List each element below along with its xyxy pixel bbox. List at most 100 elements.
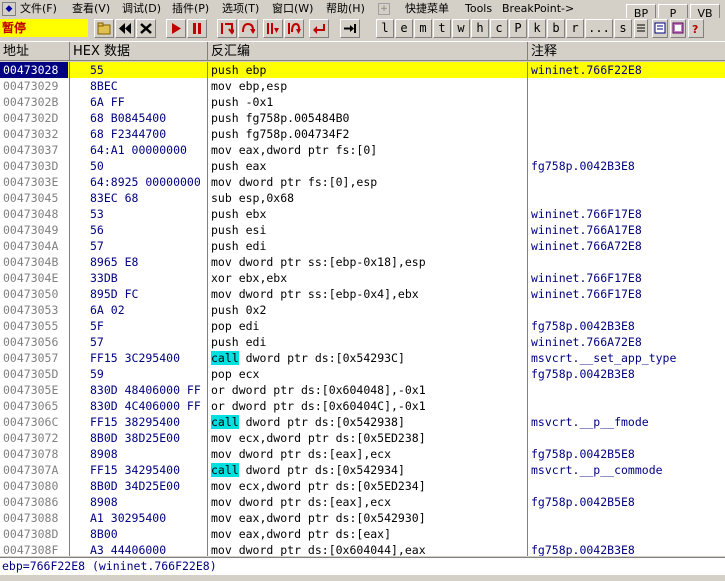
open-icon[interactable] (94, 19, 114, 38)
address-cell: 0047305D (3, 367, 59, 381)
column-header-address[interactable]: 地址 (0, 42, 70, 61)
app-icon[interactable]: ◆ (2, 2, 16, 16)
help-icon[interactable]: ? (688, 19, 704, 38)
breakpoints-button[interactable]: b (547, 19, 565, 38)
run-icon[interactable] (166, 19, 186, 38)
threads-button[interactable]: t (433, 19, 451, 38)
table-row[interactable]: 00473056 57 push edi wininet.766A72E8 (0, 334, 725, 350)
layout-icon[interactable] (670, 19, 686, 38)
menu-shortcut[interactable]: 快捷菜单 (405, 2, 449, 16)
table-row[interactable]: 00473049 56 push esi wininet.766A17E8 (0, 222, 725, 238)
list-icon[interactable] (634, 19, 648, 38)
column-header-disassembly[interactable]: 反汇编 (208, 42, 528, 61)
table-row[interactable]: 00473048 53 push ebx wininet.766F17E8 (0, 206, 725, 222)
table-row[interactable]: 00473029 8BEC mov ebp,esp (0, 78, 725, 94)
references-button[interactable]: r (566, 19, 584, 38)
table-row[interactable]: 00473088 A1 30295400 mov eax,dword ptr ds:… (0, 510, 725, 526)
log-window-button[interactable]: l (376, 19, 394, 38)
table-row[interactable]: 0047305D 59 pop ecx fg758p.0042B3E8 (0, 366, 725, 382)
table-row[interactable]: 0047305E 830D 48406000 FF or dword ptr ds:… (0, 382, 725, 398)
execute-till-return-icon[interactable] (309, 19, 329, 38)
disassembly-cell: push ebp (211, 63, 267, 77)
table-row[interactable]: 00473065 830D 4C406000 FF or dword ptr ds:… (0, 398, 725, 414)
disassembly-pane[interactable]: 00473028 55 push ebp wininet.766F22E8 004730… (0, 62, 725, 556)
table-row[interactable]: 00473057 FF15 3C295400 call dword ptr ds:[… (0, 350, 725, 366)
table-row[interactable]: 0047308D 8B00 mov eax,dword ptr ds:[eax] (0, 526, 725, 542)
menu-file[interactable]: 文件(F) (20, 2, 57, 16)
menu-view[interactable]: 查看(V) (72, 2, 110, 16)
menu-window[interactable]: 窗口(W) (272, 2, 313, 16)
table-row[interactable]: 0047303D 50 push eax fg758p.0042B3E8 (0, 158, 725, 174)
address-cell: 00473045 (3, 191, 59, 205)
step-over-icon[interactable] (238, 19, 258, 38)
disassembly-cell: push fg758p.005484B0 (211, 111, 350, 125)
hex-cell: 33DB (90, 271, 118, 285)
table-row[interactable]: 0047302D 68 B0845400 push fg758p.005484B0 (0, 110, 725, 126)
menu-options[interactable]: 选项(T) (222, 2, 259, 16)
hex-cell: A1 30295400 (90, 511, 167, 525)
hex-cell: 8908 (90, 495, 118, 509)
menu-plugins[interactable]: 插件(P) (172, 2, 209, 16)
run-trace-button[interactable]: ... (585, 19, 613, 38)
call-stack-button[interactable]: k (528, 19, 546, 38)
trace-over-icon[interactable] (284, 19, 304, 38)
table-row[interactable]: 00473032 68 F2344700 push fg758p.004734F2 (0, 126, 725, 142)
hex-cell: 50 (90, 159, 104, 173)
table-row[interactable]: 00473028 55 push ebp wininet.766F22E8 (0, 62, 725, 78)
table-row[interactable]: 0047304E 33DB xor ebx,ebx wininet.766F17E8 (0, 270, 725, 286)
options-icon[interactable] (652, 19, 668, 38)
step-into-icon[interactable] (217, 19, 237, 38)
menu-help[interactable]: 帮助(H) (326, 2, 365, 16)
table-row[interactable]: 0047307A FF15 34295400 call dword ptr ds:[… (0, 462, 725, 478)
table-row[interactable]: 0047302B 6A FF push -0x1 (0, 94, 725, 110)
table-row[interactable]: 00473086 8908 mov dword ptr ds:[eax],ecx fg… (0, 494, 725, 510)
column-header-comment[interactable]: 注释 (528, 42, 725, 61)
table-row[interactable]: 00473055 5F pop edi fg758p.0042B3E8 (0, 318, 725, 334)
comment-cell: wininet.766F17E8 (531, 287, 642, 301)
memory-map-button[interactable]: m (414, 19, 432, 38)
hex-cell: 68 F2344700 (90, 127, 167, 141)
comment-cell: wininet.766A17E8 (531, 223, 642, 237)
disassembly-cell: mov ebp,esp (211, 79, 288, 93)
rewind-icon[interactable] (115, 19, 135, 38)
menu-debug[interactable]: 调试(D) (122, 2, 161, 16)
hex-cell: FF15 38295400 (90, 415, 181, 429)
table-row[interactable]: 00473045 83EC 68 sub esp,0x68 (0, 190, 725, 206)
table-row[interactable]: 0047304B 8965 E8 mov dword ptr ss:[ebp-0x1… (0, 254, 725, 270)
menu-breakpoint[interactable]: BreakPoint-> (502, 2, 574, 16)
hex-cell: 8908 (90, 447, 118, 461)
executable-modules-button[interactable]: e (395, 19, 413, 38)
address-cell: 0047304B (3, 255, 59, 269)
table-row[interactable]: 00473053 6A 02 push 0x2 (0, 302, 725, 318)
cpu-button[interactable]: c (490, 19, 508, 38)
goto-icon[interactable] (340, 19, 360, 38)
disassembly-cell: mov eax,dword ptr fs:[0] (211, 143, 378, 157)
windows-button[interactable]: w (452, 19, 470, 38)
table-row[interactable]: 0047304A 57 push edi wininet.766A72E8 (0, 238, 725, 254)
table-row[interactable]: 0047303E 64:8925 00000000 mov dword ptr fs… (0, 174, 725, 190)
table-row[interactable]: 00473080 8B0D 34D25E00 mov ecx,dword ptr d… (0, 478, 725, 494)
pause-icon[interactable] (187, 19, 207, 38)
table-row[interactable]: 00473050 895D FC mov dword ptr ss:[ebp-0x4… (0, 286, 725, 302)
table-row[interactable]: 0047308F A3 44406000 mov dword ptr ds:[0x6… (0, 542, 725, 556)
table-row[interactable]: 00473037 64:A1 00000000 mov eax,dword ptr … (0, 142, 725, 158)
source-button[interactable]: s (614, 19, 632, 38)
column-header-hex[interactable]: HEX 数据 (70, 42, 208, 61)
patches-button[interactable]: P (509, 19, 527, 38)
menu-tools[interactable]: Tools (465, 2, 492, 16)
disassembly-cell: push -0x1 (211, 95, 274, 109)
hex-cell: 895D FC (90, 287, 139, 301)
close-icon[interactable] (136, 19, 156, 38)
address-cell: 00473050 (3, 287, 59, 301)
handles-button[interactable]: h (471, 19, 489, 38)
comment-cell (528, 94, 725, 110)
address-cell: 00473032 (3, 127, 59, 141)
disassembly-cell: mov dword ptr ss:[ebp-0x18],esp (211, 255, 426, 269)
table-row[interactable]: 00473078 8908 mov dword ptr ds:[eax],ecx fg… (0, 446, 725, 462)
operand-text: dword ptr ds:[0x542938] (245, 415, 405, 429)
trace-into-icon[interactable] (263, 19, 283, 38)
comment-cell: msvcrt.__p__fmode (531, 415, 649, 429)
comment-cell (528, 126, 725, 142)
table-row[interactable]: 00473072 8B0D 38D25E00 mov ecx,dword ptr d… (0, 430, 725, 446)
table-row[interactable]: 0047306C FF15 38295400 call dword ptr ds:[… (0, 414, 725, 430)
